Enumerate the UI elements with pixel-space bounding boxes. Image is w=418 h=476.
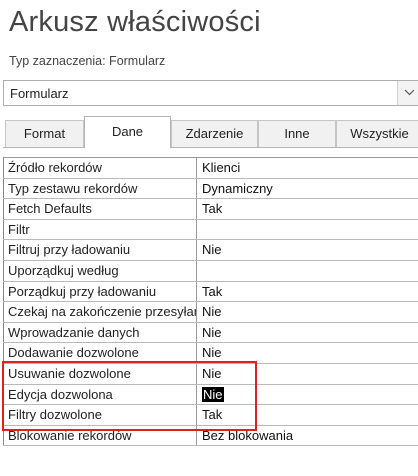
property-row[interactable]: Usuwanie dozwolone Nie [3, 363, 418, 385]
property-row[interactable]: Wprowadzanie danych Nie [3, 322, 418, 344]
tab-inne[interactable]: Inne [258, 120, 336, 147]
property-label: Fetch Defaults [3, 199, 197, 219]
property-value[interactable]: Dynamiczny [197, 179, 418, 199]
object-selector-value: Formularz [10, 86, 69, 101]
property-value[interactable] [197, 261, 418, 281]
property-value[interactable] [197, 220, 418, 240]
dropdown-button[interactable] [397, 81, 418, 105]
property-row[interactable]: Porządkuj przy ładowaniu Tak [3, 281, 418, 303]
property-row[interactable]: Filtruj przy ładowaniu Nie [3, 240, 418, 261]
property-label: Usuwanie dozwolone [3, 363, 197, 384]
selection-type-label: Typ zaznaczenia: Formularz [9, 54, 166, 68]
tab-dane[interactable]: Dane [84, 116, 171, 148]
property-label: Dodawanie dozwolone [3, 343, 197, 363]
property-row[interactable]: Źródło rekordów Klienci [3, 158, 418, 179]
property-value[interactable]: Bez blokowania [197, 426, 418, 446]
property-tabs: Format Dane Zdarzenie Inne Wszystkie [3, 116, 418, 148]
property-label: Edycja dozwolona [3, 384, 197, 405]
property-value[interactable]: Nie [197, 343, 418, 363]
property-row[interactable]: Uporządkuj według [3, 260, 418, 282]
property-value[interactable]: Tak [197, 282, 418, 302]
object-selector[interactable]: Formularz [3, 80, 418, 106]
property-label: Filtruj przy ładowaniu [3, 240, 197, 260]
property-row[interactable]: Fetch Defaults Tak [3, 199, 418, 220]
chevron-down-icon [404, 89, 415, 96]
property-value[interactable]: Nie [197, 323, 418, 343]
property-row[interactable]: Filtr [3, 219, 418, 241]
tab-format[interactable]: Format [5, 120, 84, 147]
property-value[interactable]: Nie [197, 364, 418, 384]
property-row[interactable]: Filtry dozwolone Tak [3, 405, 418, 426]
property-row[interactable]: Edycja dozwolona Nie [3, 384, 418, 406]
property-label: Uporządkuj według [3, 260, 197, 281]
panel-title: Arkusz właściwości [9, 6, 261, 38]
property-value[interactable]: Nie [197, 240, 418, 260]
property-row[interactable]: Blokowanie rekordów Bez blokowania [3, 425, 418, 447]
tab-zdarzenie[interactable]: Zdarzenie [171, 120, 258, 147]
property-label: Typ zestawu rekordów [3, 178, 197, 199]
property-label: Blokowanie rekordów [3, 425, 197, 446]
property-row[interactable]: Czekaj na zakończenie przesyłania Nie [3, 302, 418, 323]
property-row[interactable]: Typ zestawu rekordów Dynamiczny [3, 178, 418, 200]
property-value[interactable]: Tak [197, 405, 418, 425]
property-label: Porządkuj przy ładowaniu [3, 281, 197, 302]
property-value-selected[interactable]: Nie [197, 385, 418, 405]
tab-wszystkie[interactable]: Wszystkie [336, 120, 418, 147]
property-value[interactable]: Tak [197, 199, 418, 219]
tabs-baseline [3, 147, 418, 148]
property-row[interactable]: Dodawanie dozwolone Nie [3, 343, 418, 364]
property-label: Czekaj na zakończenie przesyłania [3, 302, 197, 322]
property-label: Wprowadzanie danych [3, 322, 197, 343]
property-value[interactable]: Nie [197, 302, 418, 322]
property-value[interactable]: Klienci [197, 158, 418, 178]
property-label: Filtry dozwolone [3, 405, 197, 425]
property-grid: Źródło rekordów Klienci Typ zestawu reko… [3, 157, 418, 447]
selected-value-text: Nie [202, 386, 224, 402]
property-label: Filtr [3, 219, 197, 240]
property-label: Źródło rekordów [3, 158, 197, 178]
